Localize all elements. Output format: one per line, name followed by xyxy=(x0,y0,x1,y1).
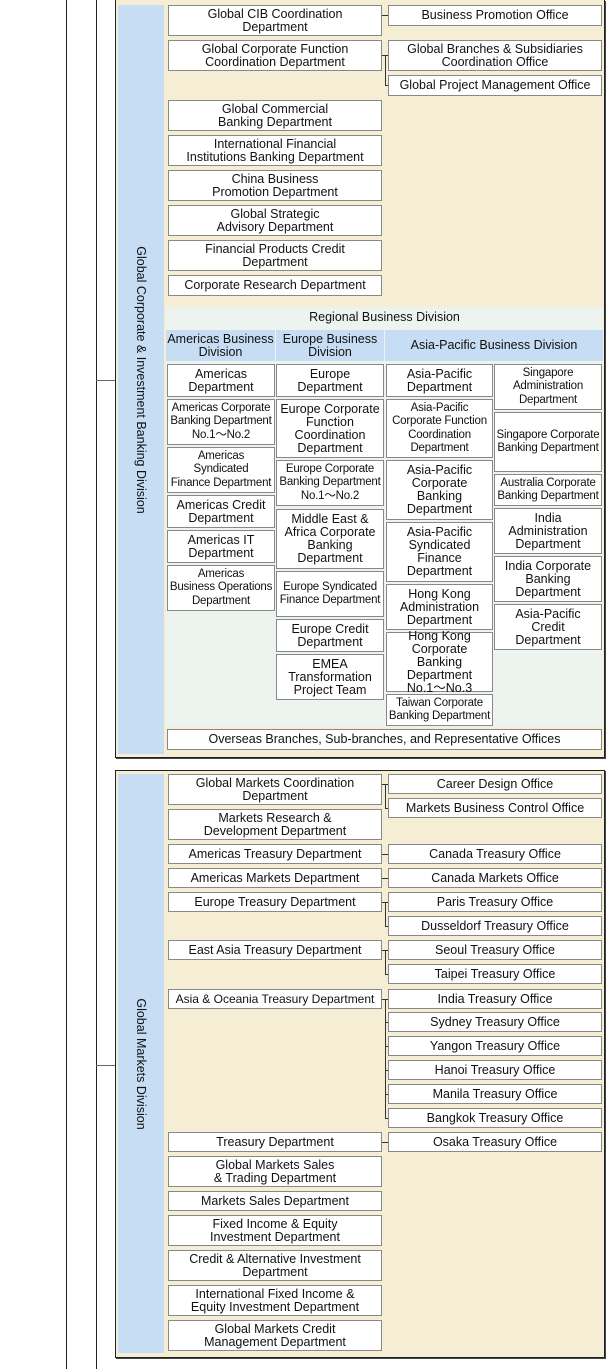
office-hanoi-treasury[interactable]: Hanoi Treasury Office xyxy=(388,1060,602,1080)
cib-division-label: Global Corporate & Investment Banking Di… xyxy=(134,245,148,514)
dept-east-asia-treasury[interactable]: East Asia Treasury Department xyxy=(168,940,382,960)
dept-india-administration[interactable]: India Administration Department xyxy=(494,508,602,554)
dept-europe[interactable]: Europe Department xyxy=(276,364,384,397)
connector xyxy=(385,784,386,808)
connector xyxy=(385,902,386,926)
dept-markets-research-development[interactable]: Markets Research & Development Departmen… xyxy=(168,809,382,840)
dept-global-corporate-function-coordination[interactable]: Global Corporate Function Coordination D… xyxy=(168,40,382,71)
asia-pacific-division-header: Asia-Pacific Business Division xyxy=(385,330,603,361)
dept-fixed-income-equity-investment[interactable]: Fixed Income & Equity Investment Departm… xyxy=(168,1215,382,1246)
dept-australia-corporate-banking[interactable]: Australia Corporate Banking Department xyxy=(494,474,602,506)
office-canada-treasury[interactable]: Canada Treasury Office xyxy=(388,844,602,864)
dept-global-markets-credit-management[interactable]: Global Markets Credit Management Departm… xyxy=(168,1320,382,1351)
dept-asia-pacific-syndicated-finance[interactable]: Asia-Pacific Syndicated Finance Departme… xyxy=(386,522,493,582)
office-paris-treasury[interactable]: Paris Treasury Office xyxy=(388,892,602,912)
dept-americas-business-operations[interactable]: Americas Business Operations Department xyxy=(167,565,275,611)
office-global-project-management[interactable]: Global Project Management Office xyxy=(388,75,602,96)
org-trunk-line-outer xyxy=(66,0,67,1369)
overseas-branches[interactable]: Overseas Branches, Sub-branches, and Rep… xyxy=(167,729,602,750)
office-manila-treasury[interactable]: Manila Treasury Office xyxy=(388,1084,602,1104)
dept-europe-corporate-banking[interactable]: Europe Corporate Banking Department No.1… xyxy=(276,460,384,506)
dept-asia-pacific-credit[interactable]: Asia-Pacific Credit Department xyxy=(494,604,602,650)
dept-asia-pacific-corporate-banking[interactable]: Asia-Pacific Corporate Banking Departmen… xyxy=(386,460,493,520)
dept-singapore-administration[interactable]: Singapore Administration Department xyxy=(494,364,602,410)
dept-financial-products-credit[interactable]: Financial Products Credit Department xyxy=(168,240,382,271)
dept-asia-pacific[interactable]: Asia-Pacific Department xyxy=(386,364,493,397)
connector xyxy=(385,950,386,974)
europe-division-header: Europe Business Division xyxy=(276,330,384,361)
dept-americas-treasury[interactable]: Americas Treasury Department xyxy=(168,844,382,864)
dept-taiwan-corporate-banking[interactable]: Taiwan Corporate Banking Department xyxy=(386,694,493,726)
org-trunk-line-inner xyxy=(96,0,97,1369)
office-india-treasury[interactable]: India Treasury Office xyxy=(388,989,602,1009)
markets-division-sidebar: Global Markets Division xyxy=(118,774,164,1353)
dept-global-markets-coordination[interactable]: Global Markets Coordination Department xyxy=(168,774,382,805)
office-osaka-treasury[interactable]: Osaka Treasury Office xyxy=(388,1132,602,1152)
office-seoul-treasury[interactable]: Seoul Treasury Office xyxy=(388,940,602,960)
dept-europe-credit[interactable]: Europe Credit Department xyxy=(276,619,384,652)
dept-global-commercial-banking[interactable]: Global Commercial Banking Department xyxy=(168,100,382,131)
office-career-design[interactable]: Career Design Office xyxy=(388,774,602,794)
dept-europe-treasury[interactable]: Europe Treasury Department xyxy=(168,892,382,912)
dept-treasury[interactable]: Treasury Department xyxy=(168,1132,382,1152)
dept-middle-east-africa-corporate-banking[interactable]: Middle East & Africa Corporate Banking D… xyxy=(276,509,384,569)
dept-europe-corporate-function-coordination[interactable]: Europe Corporate Function Coordination D… xyxy=(276,399,384,458)
office-markets-business-control[interactable]: Markets Business Control Office xyxy=(388,798,602,818)
markets-branch-line xyxy=(96,1065,116,1066)
dept-hong-kong-administration[interactable]: Hong Kong Administration Department xyxy=(386,584,493,630)
dept-americas-credit[interactable]: Americas Credit Department xyxy=(167,495,275,528)
dept-global-strategic-advisory[interactable]: Global Strategic Advisory Department xyxy=(168,205,382,236)
americas-division-header: Americas Business Division xyxy=(166,330,275,361)
office-sydney-treasury[interactable]: Sydney Treasury Office xyxy=(388,1012,602,1032)
office-taipei-treasury[interactable]: Taipei Treasury Office xyxy=(388,964,602,984)
dept-international-financial-institutions[interactable]: International Financial Institutions Ban… xyxy=(168,135,382,166)
dept-credit-alternative-investment[interactable]: Credit & Alternative Investment Departme… xyxy=(168,1250,382,1281)
office-global-branches-subsidiaries[interactable]: Global Branches & Subsidiaries Coordinat… xyxy=(388,40,602,71)
dept-corporate-research[interactable]: Corporate Research Department xyxy=(168,275,382,296)
dept-americas-corporate-banking[interactable]: Americas Corporate Banking Department No… xyxy=(167,399,275,445)
dept-emea-transformation[interactable]: EMEA Transformation Project Team xyxy=(276,654,384,700)
dept-europe-syndicated-finance[interactable]: Europe Syndicated Finance Department xyxy=(276,571,384,617)
office-yangon-treasury[interactable]: Yangon Treasury Office xyxy=(388,1036,602,1056)
connector xyxy=(385,55,386,85)
dept-americas-markets[interactable]: Americas Markets Department xyxy=(168,868,382,888)
markets-division-label: Global Markets Division xyxy=(134,997,148,1130)
dept-international-fixed-income-equity[interactable]: International Fixed Income & Equity Inve… xyxy=(168,1285,382,1316)
dept-singapore-corporate-banking[interactable]: Singapore Corporate Banking Department xyxy=(494,412,602,472)
dept-global-markets-sales-trading[interactable]: Global Markets Sales & Trading Departmen… xyxy=(168,1156,382,1187)
dept-americas-syndicated-finance[interactable]: Americas Syndicated Finance Department xyxy=(167,447,275,493)
dept-hong-kong-corporate-banking[interactable]: Hong Kong Corporate Banking Department N… xyxy=(386,629,493,694)
office-canada-markets[interactable]: Canada Markets Office xyxy=(388,868,602,888)
dept-india-corporate-banking[interactable]: India Corporate Banking Department xyxy=(494,556,602,602)
dept-asia-pacific-corporate-function[interactable]: Asia-Pacific Corporate Function Coordina… xyxy=(386,399,493,458)
cib-division-sidebar: Global Corporate & Investment Banking Di… xyxy=(118,5,164,754)
office-bangkok-treasury[interactable]: Bangkok Treasury Office xyxy=(388,1108,602,1128)
dept-global-cib-coordination[interactable]: Global CIB Coordination Department xyxy=(168,5,382,36)
office-business-promotion[interactable]: Business Promotion Office xyxy=(388,5,602,26)
cib-branch-line xyxy=(96,380,116,381)
dept-china-business-promotion[interactable]: China Business Promotion Department xyxy=(168,170,382,201)
dept-americas-it[interactable]: Americas IT Department xyxy=(167,530,275,563)
office-dusseldorf-treasury[interactable]: Dusseldorf Treasury Office xyxy=(388,916,602,936)
dept-asia-oceania-treasury[interactable]: Asia & Oceania Treasury Department xyxy=(168,989,382,1009)
regional-business-division-title: Regional Business Division xyxy=(309,310,460,324)
dept-americas[interactable]: Americas Department xyxy=(167,364,275,397)
dept-markets-sales[interactable]: Markets Sales Department xyxy=(168,1191,382,1211)
connector xyxy=(385,999,386,1118)
